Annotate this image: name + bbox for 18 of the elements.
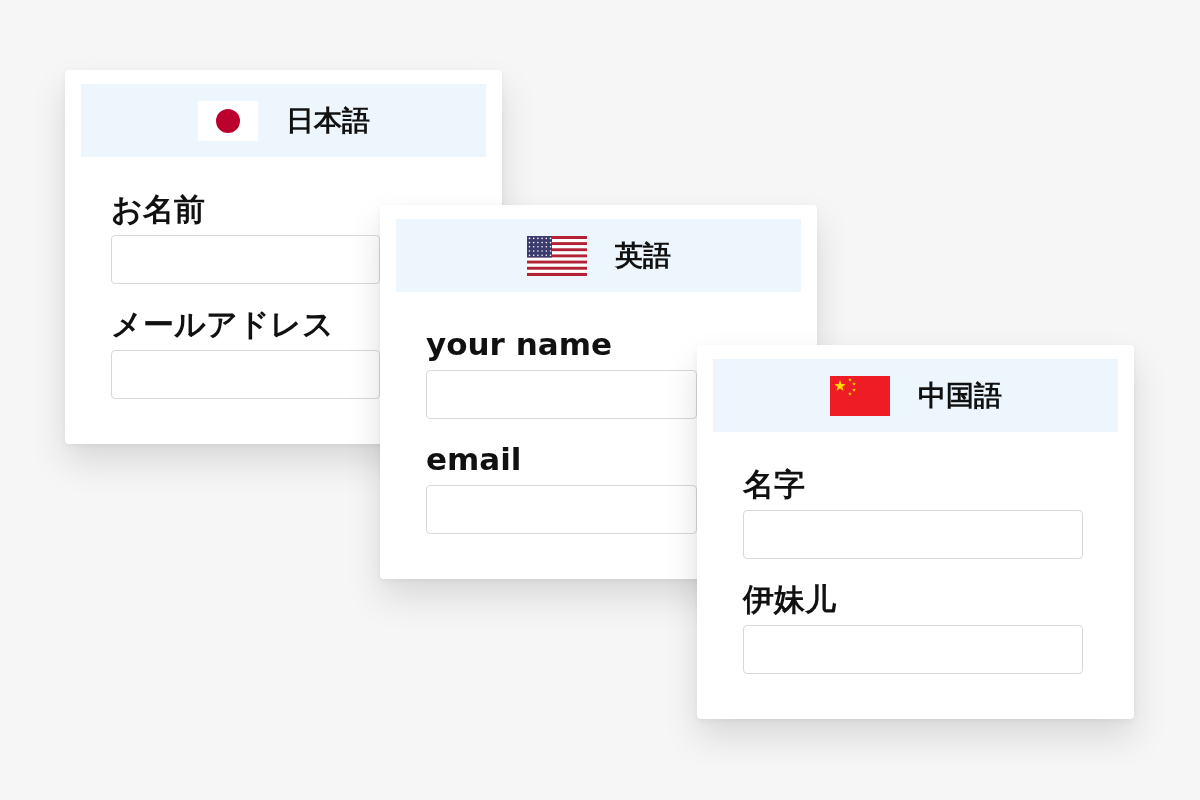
field-label: 名字	[743, 466, 805, 502]
flag-icon	[526, 235, 587, 276]
input-field[interactable]	[426, 370, 697, 419]
field-label: お名前	[111, 191, 205, 227]
field-label: 伊妹儿	[743, 581, 836, 617]
field-label: メールアドレス	[111, 306, 334, 342]
language-title: 英語	[614, 237, 671, 274]
flag-icon	[829, 375, 890, 416]
input-field[interactable]	[426, 485, 697, 534]
language-title: 日本語	[285, 102, 370, 139]
field-label: your name	[426, 326, 612, 362]
field-label: email	[426, 441, 522, 477]
input-field[interactable]	[111, 350, 380, 399]
input-field[interactable]	[743, 625, 1083, 674]
flag-icon	[197, 100, 258, 141]
input-field[interactable]	[743, 510, 1083, 559]
language-title: 中国語	[917, 377, 1002, 414]
input-field[interactable]	[111, 235, 380, 284]
